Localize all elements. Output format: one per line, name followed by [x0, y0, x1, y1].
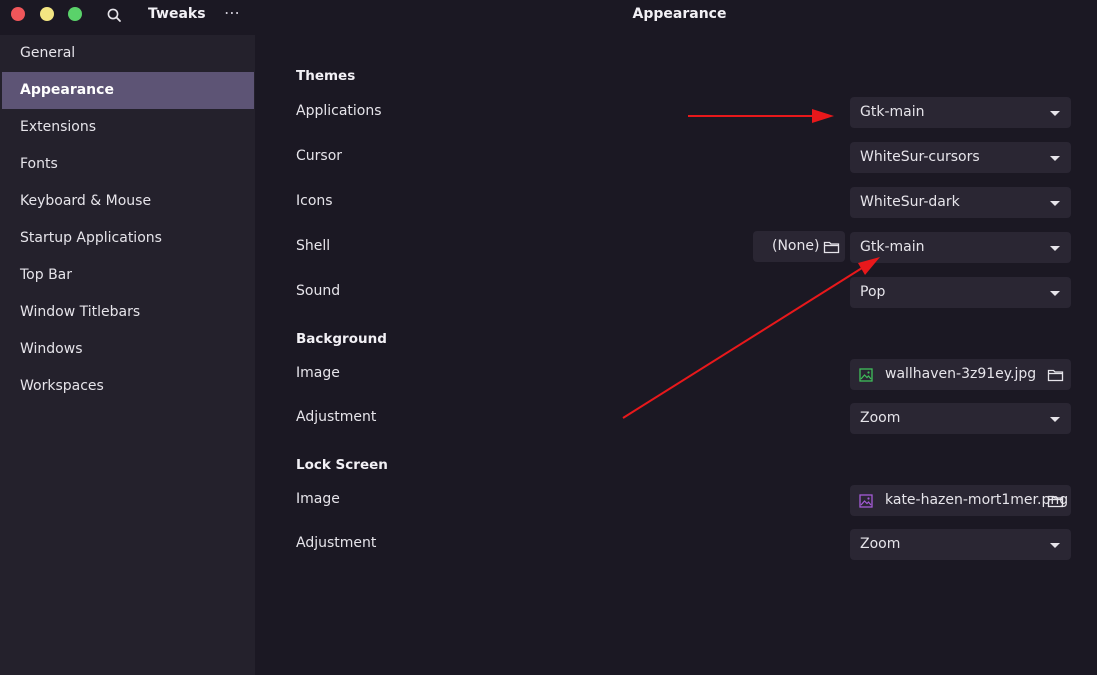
sound-theme-value: Pop: [860, 284, 886, 300]
dropdown-arrow-icon: [1050, 201, 1060, 206]
lock-screen-adjustment-value: Zoom: [860, 536, 901, 552]
sidebar-item-top-bar[interactable]: Top Bar: [0, 257, 255, 294]
background-image-value: wallhaven-3z91ey.jpg: [885, 366, 1037, 382]
sidebar-item-window-titlebars[interactable]: Window Titlebars: [0, 294, 255, 331]
cursor-theme-dropdown[interactable]: WhiteSur-cursors: [850, 142, 1071, 173]
cursor-label: Cursor: [296, 148, 343, 164]
icons-label: Icons: [296, 193, 333, 209]
image-file-icon: [859, 493, 873, 508]
appearance-panel: Themes Applications Gtk-main Cursor Whit…: [255, 35, 1097, 675]
background-heading: Background: [296, 331, 387, 347]
themes-heading: Themes: [296, 68, 356, 84]
dropdown-arrow-icon: [1050, 246, 1060, 251]
sound-label: Sound: [296, 283, 341, 299]
folder-icon: [1047, 367, 1064, 382]
applications-theme-dropdown[interactable]: Gtk-main: [850, 97, 1071, 128]
sidebar-item-keyboard-mouse[interactable]: Keyboard & Mouse: [0, 183, 255, 220]
sidebar-item-fonts[interactable]: Fonts: [0, 146, 255, 183]
image-file-icon: [859, 367, 873, 382]
dropdown-arrow-icon: [1050, 156, 1060, 161]
sidebar: General Appearance Extensions Fonts Keyb…: [0, 35, 255, 675]
lock-screen-adjustment-label: Adjustment: [296, 535, 377, 551]
dropdown-arrow-icon: [1050, 111, 1060, 116]
dropdown-arrow-icon: [1050, 291, 1060, 296]
lock-screen-heading: Lock Screen: [296, 457, 388, 473]
lock-screen-image-value: kate-hazen-mort1mer.png: [885, 492, 1069, 508]
applications-label: Applications: [296, 103, 382, 119]
sidebar-item-workspaces[interactable]: Workspaces: [0, 368, 255, 405]
applications-theme-value: Gtk-main: [860, 104, 925, 120]
background-adjustment-label: Adjustment: [296, 409, 377, 425]
dropdown-arrow-icon: [1050, 417, 1060, 422]
background-adjustment-value: Zoom: [860, 410, 901, 426]
page-title: Appearance: [632, 6, 727, 22]
dropdown-arrow-icon: [1050, 543, 1060, 548]
sound-theme-dropdown[interactable]: Pop: [850, 277, 1071, 308]
background-image-file-chooser[interactable]: wallhaven-3z91ey.jpg: [850, 359, 1071, 390]
shell-label: Shell: [296, 238, 331, 254]
cursor-theme-value: WhiteSur-cursors: [860, 149, 980, 165]
shell-theme-file-value: (None): [772, 238, 820, 254]
icons-theme-dropdown[interactable]: WhiteSur-dark: [850, 187, 1071, 218]
folder-icon: [1047, 493, 1064, 508]
shell-theme-value: Gtk-main: [860, 239, 925, 255]
background-image-label: Image: [296, 365, 340, 381]
tweaks-window: Tweaks ⋯ Appearance General Appearance E…: [0, 0, 1097, 675]
sidebar-item-appearance[interactable]: Appearance: [2, 72, 254, 109]
shell-theme-file-chooser[interactable]: (None): [753, 231, 845, 262]
header-bar: Tweaks ⋯ Appearance: [0, 0, 1097, 35]
lock-screen-image-file-chooser[interactable]: kate-hazen-mort1mer.png: [850, 485, 1071, 516]
sidebar-item-general[interactable]: General: [0, 35, 255, 72]
background-adjustment-dropdown[interactable]: Zoom: [850, 403, 1071, 434]
sidebar-item-windows[interactable]: Windows: [0, 331, 255, 368]
shell-theme-dropdown[interactable]: Gtk-main: [850, 232, 1071, 263]
sidebar-item-extensions[interactable]: Extensions: [0, 109, 255, 146]
lock-screen-image-label: Image: [296, 491, 340, 507]
lock-screen-adjustment-dropdown[interactable]: Zoom: [850, 529, 1071, 560]
icons-theme-value: WhiteSur-dark: [860, 194, 960, 210]
sidebar-item-startup-applications[interactable]: Startup Applications: [0, 220, 255, 257]
folder-icon: [823, 239, 840, 254]
